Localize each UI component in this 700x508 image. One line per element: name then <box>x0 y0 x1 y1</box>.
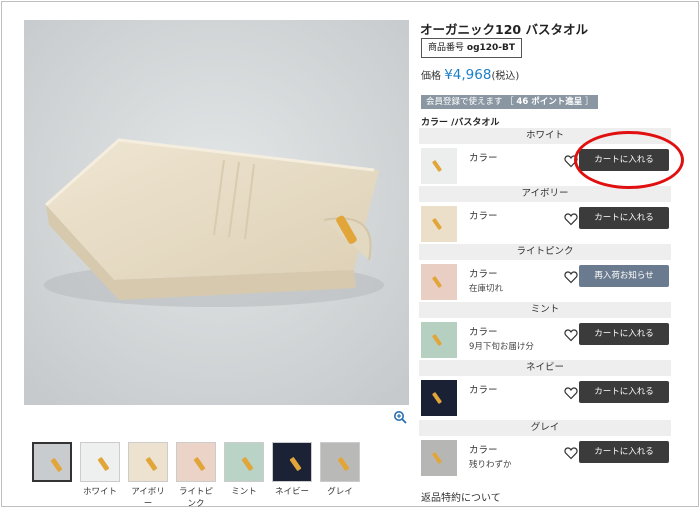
variant-image[interactable] <box>421 322 457 358</box>
thumbnail[interactable]: ホワイト <box>76 442 124 508</box>
thumbnail-image[interactable] <box>32 442 72 482</box>
favorite-heart-icon[interactable] <box>564 328 578 342</box>
favorite-heart-icon[interactable] <box>564 386 578 400</box>
favorite-heart-icon[interactable] <box>564 212 578 226</box>
favorite-heart-icon[interactable] <box>564 446 578 460</box>
towel-tag-icon <box>431 275 443 289</box>
thumbnail-label: ホワイト <box>82 487 117 497</box>
towel-tag-icon <box>289 456 302 472</box>
towel-tag-icon <box>431 217 443 231</box>
variant-color-label: カラー <box>469 211 498 222</box>
thumbnail-image[interactable] <box>272 442 312 482</box>
sku-box: 商品番号 og120-BT <box>421 38 523 58</box>
variant-4: ミントカラー 9月下旬お届け分 カートに入れる <box>419 302 671 360</box>
sku-value: og120-BT <box>466 43 516 53</box>
thumbnail-strip: ホワイト アイボリー ライトピンク ミント ネイビー グレイ <box>28 442 364 508</box>
towel-tag-icon <box>431 451 443 465</box>
main-product-image <box>24 20 409 405</box>
variant-image[interactable] <box>421 380 457 416</box>
variant-status: 在庫切れ <box>469 284 504 294</box>
price-label: 価格 <box>421 71 441 82</box>
towel-tag-icon <box>97 456 110 472</box>
add-to-cart-button[interactable]: カートに入れる <box>579 441 669 463</box>
thumbnail-label: ライトピンク <box>178 487 213 508</box>
thumbnail-label: ネイビー <box>274 487 309 497</box>
towel-tag-icon <box>50 457 63 473</box>
restock-notify-button[interactable]: 再入荷お知らせ <box>579 265 669 287</box>
variant-image[interactable] <box>421 440 457 476</box>
thumbnail-image[interactable] <box>320 442 360 482</box>
towel-tag-icon <box>337 456 350 472</box>
thumbnail[interactable]: グレイ <box>316 442 364 508</box>
variant-image[interactable] <box>421 264 457 300</box>
variant-color-label: カラー <box>469 445 498 456</box>
points-value: 46 ポイント進呈 <box>516 97 583 107</box>
towel-tag-icon <box>193 456 206 472</box>
thumbnail[interactable]: ミント <box>220 442 268 508</box>
towel-tag-icon <box>145 456 158 472</box>
thumbnail-image[interactable] <box>224 442 264 482</box>
thumbnail-image[interactable] <box>80 442 120 482</box>
towel-tag-icon <box>431 333 443 347</box>
variant-name: ネイビー <box>419 360 671 376</box>
points-close: ］ <box>584 97 594 107</box>
add-to-cart-button[interactable]: カートに入れる <box>579 207 669 229</box>
points-text: 会員登録で使えます ［ <box>426 97 514 107</box>
highlight-circle <box>574 131 684 189</box>
favorite-heart-icon[interactable] <box>564 270 578 284</box>
variant-row: カラー在庫切れ 再入荷お知らせ <box>419 260 671 302</box>
variant-row: カラー カートに入れる <box>419 376 671 418</box>
variant-name: ライトピンク <box>419 244 671 260</box>
color-heading: カラー /バスタオル <box>421 118 500 128</box>
thumbnail[interactable]: アイボリー <box>124 442 172 508</box>
variant-6: グレイカラー残りわずか カートに入れる <box>419 420 671 478</box>
variant-2: アイボリー カラー カートに入れる <box>419 186 671 244</box>
thumbnail[interactable]: ネイビー <box>268 442 316 508</box>
returns-link[interactable]: 返品特約について <box>421 489 501 504</box>
variant-color-label: カラー <box>469 327 498 338</box>
variant-5: ネイビーカラー カートに入れる <box>419 360 671 418</box>
product-title: オーガニック120 バスタオル <box>420 22 588 37</box>
variant-row: カラー 9月下旬お届け分 カートに入れる <box>419 318 671 360</box>
price-amount: ¥4,968 <box>444 67 492 83</box>
towel-tag-icon <box>431 391 443 405</box>
variant-row: カラー残りわずか カートに入れる <box>419 436 671 478</box>
thumbnail[interactable]: ライトピンク <box>172 442 220 508</box>
price: 価格 ¥4,968(税込) <box>421 67 519 83</box>
thumbnail-label: アイボリー <box>131 487 165 508</box>
variant-image[interactable] <box>421 148 457 184</box>
variant-color-label: カラー <box>469 153 498 164</box>
towel-tag-icon <box>431 159 443 173</box>
thumbnail-label: グレイ <box>327 487 353 497</box>
variant-row: カラー カートに入れる <box>419 202 671 244</box>
variant-name: グレイ <box>419 420 671 436</box>
variant-3: ライトピンクカラー在庫切れ 再入荷お知らせ <box>419 244 671 302</box>
add-to-cart-button[interactable]: カートに入れる <box>579 323 669 345</box>
variant-name: ミント <box>419 302 671 318</box>
thumbnail-image[interactable] <box>176 442 216 482</box>
add-to-cart-button[interactable]: カートに入れる <box>579 381 669 403</box>
thumbnail-image[interactable] <box>128 442 168 482</box>
variant-image[interactable] <box>421 206 457 242</box>
sku-label: 商品番号 <box>428 43 465 53</box>
variant-color-label: カラー <box>469 385 498 396</box>
tax-note: (税込) <box>491 71 520 82</box>
zoom-icon[interactable] <box>393 410 407 424</box>
thumbnail-label: ミント <box>231 487 257 497</box>
variant-color-label: カラー <box>469 269 498 280</box>
points-badge: 会員登録で使えます ［ 46 ポイント進呈 ］ <box>421 95 599 109</box>
variant-status: 残りわずか <box>469 460 512 470</box>
towel-tag-icon <box>241 456 254 472</box>
thumbnail[interactable] <box>28 442 76 508</box>
variant-status: 9月下旬お届け分 <box>469 342 534 352</box>
